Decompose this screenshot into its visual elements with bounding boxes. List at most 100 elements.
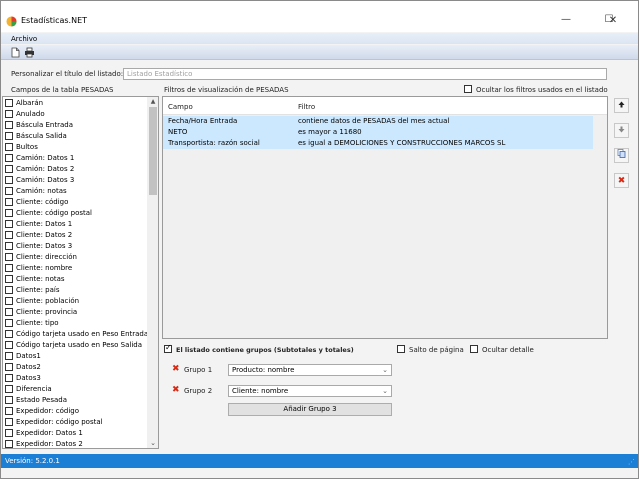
field-checkbox[interactable] bbox=[5, 132, 13, 140]
minimize-button[interactable]: — bbox=[544, 9, 588, 31]
field-checkbox[interactable] bbox=[5, 143, 13, 151]
filter-row[interactable]: Fecha/Hora Entrada contiene datos de PESA… bbox=[163, 116, 593, 127]
field-label: Expedidor: código postal bbox=[16, 418, 103, 426]
title-label: Personalizar el título del listado: bbox=[11, 70, 124, 78]
resize-grip-icon[interactable]: ⋰ bbox=[628, 458, 635, 466]
field-checkbox[interactable] bbox=[5, 286, 13, 294]
field-checkbox[interactable] bbox=[5, 385, 13, 393]
field-item[interactable]: Código tarjeta usado en Peso Entrada bbox=[3, 329, 148, 340]
version-text: Versión: 5.2.0.1 bbox=[5, 457, 60, 465]
field-item[interactable]: Cliente: población bbox=[3, 296, 146, 307]
field-item[interactable]: Datos3 bbox=[3, 373, 146, 384]
field-item[interactable]: Cliente: dirección bbox=[3, 252, 146, 263]
move-down-button[interactable] bbox=[614, 123, 629, 138]
field-item[interactable]: Cliente: notas bbox=[3, 274, 146, 285]
field-checkbox[interactable] bbox=[5, 99, 13, 107]
field-item[interactable]: Datos2 bbox=[3, 362, 146, 373]
field-item[interactable]: Bultos bbox=[3, 142, 146, 153]
field-item[interactable]: Báscula Salida bbox=[3, 131, 146, 142]
field-item[interactable]: Camión: Datos 2 bbox=[3, 164, 146, 175]
field-item[interactable]: Anulado bbox=[3, 109, 146, 120]
field-checkbox[interactable] bbox=[5, 308, 13, 316]
field-checkbox[interactable] bbox=[5, 187, 13, 195]
field-checkbox[interactable] bbox=[5, 154, 13, 162]
field-checkbox[interactable] bbox=[5, 242, 13, 250]
fields-scrollbar[interactable]: ▲ ⌄ bbox=[147, 97, 158, 448]
new-document-icon[interactable] bbox=[10, 47, 21, 58]
move-up-button[interactable] bbox=[614, 98, 629, 113]
contains-groups-checkbox[interactable] bbox=[164, 343, 172, 353]
field-checkbox[interactable] bbox=[5, 319, 13, 327]
menu-archivo[interactable]: Archivo bbox=[11, 35, 37, 43]
hide-filters-checkbox[interactable] bbox=[464, 85, 472, 93]
field-item[interactable]: Camión: Datos 3 bbox=[3, 175, 146, 186]
window-title: Estadísticas.NET bbox=[21, 16, 88, 25]
field-checkbox[interactable] bbox=[5, 165, 13, 173]
field-item[interactable]: Código tarjeta usado en Peso Salida bbox=[3, 340, 146, 351]
field-checkbox[interactable] bbox=[5, 352, 13, 360]
field-checkbox[interactable] bbox=[5, 264, 13, 272]
field-item[interactable]: Cliente: código postal bbox=[3, 208, 146, 219]
field-checkbox[interactable] bbox=[5, 231, 13, 239]
field-item[interactable]: Cliente: país bbox=[3, 285, 146, 296]
field-checkbox[interactable] bbox=[5, 407, 13, 415]
field-item[interactable]: Expedidor: Datos 1 bbox=[3, 428, 146, 439]
hide-detail-checkbox[interactable] bbox=[470, 345, 478, 353]
field-checkbox[interactable] bbox=[5, 220, 13, 228]
filters-grid[interactable]: Campo Filtro Fecha/Hora Entrada contiene … bbox=[162, 96, 608, 339]
field-item[interactable]: Expedidor: código bbox=[3, 406, 146, 417]
remove-group1-icon[interactable]: ✖ bbox=[172, 364, 180, 374]
field-checkbox[interactable] bbox=[5, 363, 13, 371]
field-item[interactable]: Camión: notas bbox=[3, 186, 146, 197]
field-label: Datos1 bbox=[16, 352, 41, 360]
field-checkbox[interactable] bbox=[5, 418, 13, 426]
field-item[interactable]: Cliente: Datos 3 bbox=[3, 241, 146, 252]
copy-button[interactable] bbox=[614, 148, 629, 163]
close-button[interactable]: ✕ bbox=[593, 11, 633, 31]
field-item[interactable]: Expedidor: Datos 2 bbox=[3, 439, 146, 448]
filter-row[interactable]: NETO es mayor a 11680 bbox=[163, 127, 593, 138]
page-break-checkbox[interactable] bbox=[397, 345, 405, 353]
remove-group2-icon[interactable]: ✖ bbox=[172, 385, 180, 395]
field-label: Cliente: población bbox=[16, 297, 80, 305]
field-checkbox[interactable] bbox=[5, 341, 13, 349]
group1-value: Producto: nombre bbox=[232, 366, 295, 374]
field-item[interactable]: Expedidor: código postal bbox=[3, 417, 146, 428]
add-group-button[interactable]: Añadir Grupo 3 bbox=[228, 403, 392, 416]
scroll-up-icon[interactable]: ▲ bbox=[147, 97, 158, 107]
field-checkbox[interactable] bbox=[5, 253, 13, 261]
field-checkbox[interactable] bbox=[5, 275, 13, 283]
field-checkbox[interactable] bbox=[5, 396, 13, 404]
field-item[interactable]: Cliente: Datos 2 bbox=[3, 230, 146, 241]
field-checkbox[interactable] bbox=[5, 374, 13, 382]
scroll-down-icon[interactable]: ⌄ bbox=[147, 438, 158, 448]
field-checkbox[interactable] bbox=[5, 429, 13, 437]
field-item[interactable]: Cliente: tipo bbox=[3, 318, 146, 329]
field-checkbox[interactable] bbox=[5, 110, 13, 118]
field-item[interactable]: Albarán bbox=[3, 98, 146, 109]
field-checkbox[interactable] bbox=[5, 297, 13, 305]
field-checkbox[interactable] bbox=[5, 176, 13, 184]
print-icon[interactable] bbox=[24, 47, 35, 58]
field-item[interactable]: Báscula Entrada bbox=[3, 120, 146, 131]
field-item[interactable]: Estado Pesada bbox=[3, 395, 146, 406]
field-item[interactable]: Datos1 bbox=[3, 351, 146, 362]
field-item[interactable]: Cliente: Datos 1 bbox=[3, 219, 146, 230]
field-item[interactable]: Diferencia bbox=[3, 384, 146, 395]
title-input[interactable]: Listado Estadístico bbox=[123, 68, 607, 80]
filter-row[interactable]: Transportista: razón social es igual a DE… bbox=[163, 138, 593, 149]
field-checkbox[interactable] bbox=[5, 198, 13, 206]
group1-select[interactable]: Producto: nombre ⌄ bbox=[228, 364, 392, 376]
group2-select[interactable]: Cliente: nombre ⌄ bbox=[228, 385, 392, 397]
scroll-thumb[interactable] bbox=[149, 107, 157, 195]
field-item[interactable]: Cliente: nombre bbox=[3, 263, 146, 274]
delete-filter-button[interactable]: ✖ bbox=[614, 173, 629, 188]
field-item[interactable]: Cliente: código bbox=[3, 197, 146, 208]
field-item[interactable]: Camión: Datos 1 bbox=[3, 153, 146, 164]
field-checkbox[interactable] bbox=[5, 209, 13, 217]
fields-list[interactable]: Albarán Anulado Báscula Entrada Báscula Sal… bbox=[2, 96, 159, 449]
field-checkbox[interactable] bbox=[5, 440, 13, 448]
field-checkbox[interactable] bbox=[5, 121, 13, 129]
field-checkbox[interactable] bbox=[5, 330, 13, 338]
field-item[interactable]: Cliente: provincia bbox=[3, 307, 146, 318]
